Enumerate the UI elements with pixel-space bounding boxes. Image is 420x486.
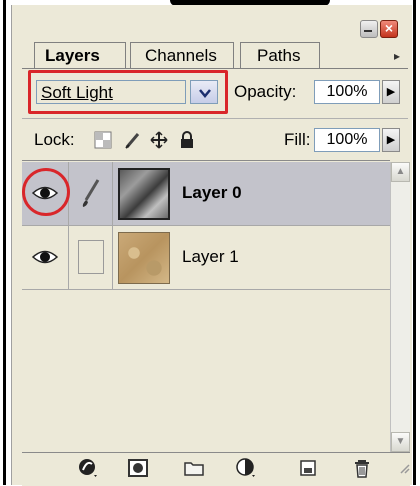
fill-slider-arrow-icon[interactable]: ▶ (382, 128, 400, 152)
scrollbar[interactable]: ▲ ▼ (390, 162, 410, 452)
frame-border-right (413, 0, 416, 485)
link-cell[interactable] (68, 162, 113, 225)
opacity-field[interactable]: 100% (314, 80, 380, 104)
fill-field[interactable]: 100% (314, 128, 380, 152)
opacity-slider-arrow-icon[interactable]: ▶ (382, 80, 400, 104)
panel-menu-arrow-icon[interactable]: ▸ (394, 49, 400, 63)
lock-all-icon[interactable] (178, 131, 196, 149)
blend-mode-select[interactable]: Soft Light (36, 80, 186, 104)
fill-label: Fill: (284, 130, 311, 149)
layer-name[interactable]: Layer 1 (182, 246, 239, 268)
lock-image-icon[interactable] (124, 131, 142, 149)
eye-highlight-circle (22, 168, 70, 216)
resize-grip-icon[interactable] (398, 462, 410, 474)
scroll-up-icon[interactable]: ▲ (391, 162, 410, 182)
layer-style-icon[interactable] (78, 458, 98, 478)
visibility-cell[interactable] (22, 226, 69, 289)
scroll-down-icon[interactable]: ▼ (391, 432, 410, 452)
layer-thumbnail (118, 232, 170, 284)
layer-row-layer-1[interactable]: Layer 1 (22, 226, 390, 290)
separator (22, 118, 408, 119)
tab-layers[interactable]: Layers (34, 42, 126, 68)
frame-border-left (3, 0, 6, 485)
layer-name[interactable]: Layer 0 (182, 182, 242, 204)
tab-channels[interactable]: Channels (130, 42, 234, 68)
delete-layer-icon[interactable] (352, 458, 372, 478)
layer-thumbnail (118, 168, 170, 220)
layer-row-layer-0[interactable]: Layer 0 (22, 162, 390, 226)
lock-label: Lock: (34, 130, 75, 149)
chevron-down-icon[interactable] (190, 80, 218, 104)
adjustment-layer-icon[interactable] (236, 458, 256, 478)
eye-icon[interactable] (32, 248, 58, 266)
brush-icon (82, 179, 100, 207)
minimize-icon[interactable] (360, 20, 378, 38)
lock-position-icon[interactable] (150, 131, 168, 149)
new-group-icon[interactable] (184, 458, 204, 478)
link-cell[interactable] (68, 226, 113, 289)
tab-paths[interactable]: Paths (240, 42, 320, 68)
opacity-label: Opacity: (234, 82, 297, 101)
lock-transparent-icon[interactable] (94, 131, 112, 149)
link-box (78, 240, 104, 274)
layer-mask-icon[interactable] (128, 458, 148, 478)
new-layer-icon[interactable] (298, 458, 318, 478)
close-icon[interactable]: × (380, 20, 398, 38)
